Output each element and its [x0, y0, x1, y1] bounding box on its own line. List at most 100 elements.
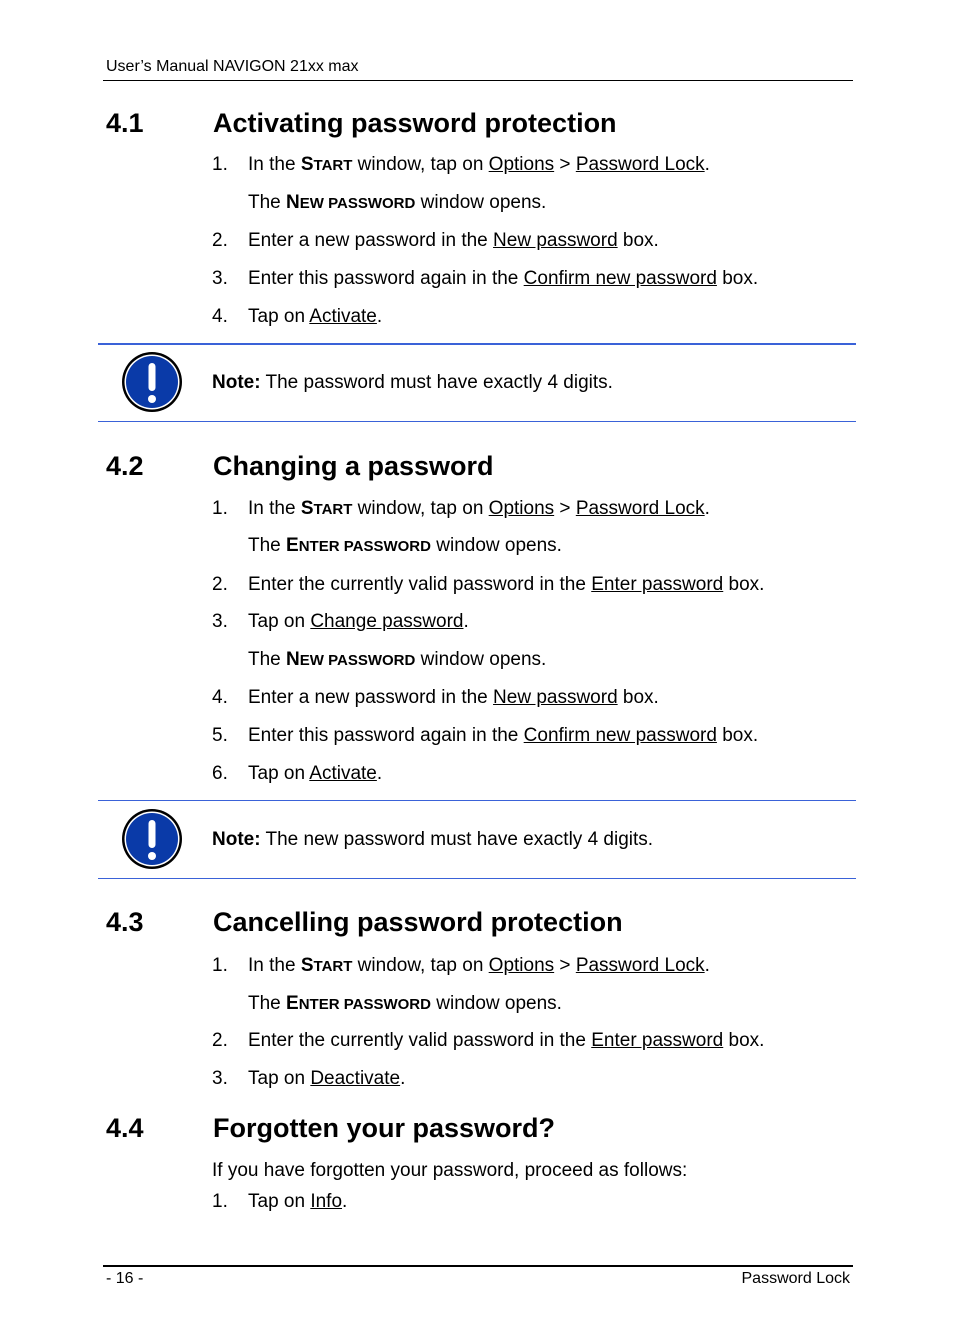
note-text: Note: The password must have exactly 4 d… [212, 372, 613, 394]
text: . [704, 498, 710, 519]
text: Tap on [248, 1068, 311, 1089]
ui-term: S [300, 154, 314, 175]
note-label: Note: [212, 829, 261, 850]
note-text: Note: The new password must have exactly… [212, 829, 653, 851]
step-number: 6. [212, 763, 228, 784]
text: Enter this password again in the [248, 268, 524, 289]
ui-term: TART [313, 157, 353, 174]
ui-link-password-lock[interactable]: Password Lock [576, 498, 705, 519]
step-text: Enter this password again in the Confirm… [248, 268, 758, 290]
text: . [342, 1191, 348, 1212]
section-title: Forgotten your password? [213, 1113, 556, 1143]
ui-term: N [286, 192, 300, 213]
section-title: Activating password protection [213, 108, 617, 138]
ui-term: TART [313, 501, 353, 518]
section-number: 4.1 [106, 108, 144, 138]
ui-term: S [300, 498, 314, 519]
text: The [248, 535, 287, 556]
ui-link-options[interactable]: Options [489, 498, 554, 519]
exclamation-icon [122, 352, 182, 412]
ui-term: E [286, 993, 299, 1014]
text: > [554, 154, 576, 175]
ui-link-deactivate[interactable]: Deactivate [310, 1068, 400, 1089]
text: Enter a new password in the [248, 687, 494, 708]
step-number: 2. [212, 230, 228, 251]
section-number: 4.2 [106, 451, 144, 481]
text: window, tap on [352, 154, 489, 175]
text: The new password must have exactly 4 dig… [260, 829, 654, 850]
step-text: In the START window, tap on Options > Pa… [248, 955, 710, 977]
text: box. [716, 725, 759, 746]
ui-link-options[interactable]: Options [489, 955, 554, 976]
step-text: In the START window, tap on Options > Pa… [248, 154, 710, 176]
text: The [248, 649, 287, 670]
exclamation-icon [122, 809, 182, 869]
text: In the [248, 498, 301, 519]
step-number: 1. [212, 498, 228, 519]
ui-link-activate[interactable]: Activate [309, 763, 377, 784]
text: In the [248, 955, 301, 976]
text: In the [248, 154, 301, 175]
step-number: 3. [212, 611, 228, 632]
ui-link-confirm-new-password[interactable]: Confirm new password [524, 725, 717, 746]
ui-link-enter-password[interactable]: Enter password [591, 574, 723, 595]
text: window, tap on [352, 498, 489, 519]
ui-term: NTER [298, 996, 340, 1013]
ui-term: PASSWORD [339, 996, 431, 1013]
page-number: - 16 - [106, 1270, 144, 1287]
step-number: 1. [212, 955, 228, 976]
section-number: 4.3 [106, 907, 144, 937]
section-title: Changing a password [213, 451, 494, 481]
ui-link-activate[interactable]: Activate [309, 306, 377, 327]
step-text: Enter this password again in the Confirm… [248, 725, 758, 747]
text: The [248, 993, 287, 1014]
step-result: The NEW PASSWORD window opens. [248, 649, 546, 671]
note-rule-bottom [98, 878, 856, 879]
ui-link-info[interactable]: Info [310, 1191, 342, 1212]
ui-link-new-password[interactable]: New password [493, 230, 618, 251]
note-label: Note: [212, 372, 261, 393]
step-text: Tap on Deactivate. [248, 1068, 405, 1090]
ui-link-password-lock[interactable]: Password Lock [576, 955, 705, 976]
step-text: In the START window, tap on Options > Pa… [248, 498, 710, 520]
step-text: Enter a new password in the New password… [248, 687, 659, 709]
text: The [248, 192, 287, 213]
text: window opens. [430, 535, 562, 556]
ui-link-options[interactable]: Options [489, 154, 554, 175]
text: Enter the currently valid password in th… [248, 574, 592, 595]
footer-rule [103, 1265, 853, 1267]
step-text: Enter a new password in the New password… [248, 230, 659, 252]
step-number: 1. [212, 154, 228, 175]
text: Enter this password again in the [248, 725, 524, 746]
ui-link-change-password[interactable]: Change password [310, 611, 463, 632]
text: Tap on [248, 763, 310, 784]
step-text: Tap on Info. [248, 1191, 347, 1213]
text: . [704, 955, 710, 976]
text: . [400, 1068, 406, 1089]
ui-term: PASSWORD [323, 652, 416, 669]
footer-chapter: Password Lock [741, 1270, 851, 1287]
ui-term: N [286, 649, 300, 670]
section-number: 4.4 [106, 1113, 144, 1143]
header-rule [103, 80, 853, 81]
ui-term: PASSWORD [323, 195, 416, 212]
text: box. [617, 230, 659, 251]
ui-term: EW [299, 652, 324, 669]
note-rule-bottom [98, 421, 856, 422]
text: Tap on [248, 1191, 311, 1212]
text: . [376, 763, 383, 784]
step-number: 5. [212, 725, 228, 746]
ui-link-enter-password[interactable]: Enter password [591, 1030, 723, 1051]
text: Enter a new password in the [248, 230, 494, 251]
text: Tap on [248, 306, 310, 327]
note-rule-top [98, 800, 856, 801]
ui-link-password-lock[interactable]: Password Lock [576, 154, 705, 175]
step-result: The ENTER PASSWORD window opens. [248, 535, 562, 557]
text: Enter the currently valid password in th… [248, 1030, 592, 1051]
text: window opens. [415, 649, 547, 670]
text: box. [716, 268, 759, 289]
ui-link-confirm-new-password[interactable]: Confirm new password [524, 268, 717, 289]
ui-link-new-password[interactable]: New password [493, 687, 618, 708]
step-result: The ENTER PASSWORD window opens. [248, 993, 562, 1015]
header-title: User’s Manual NAVIGON 21xx max [106, 58, 359, 75]
